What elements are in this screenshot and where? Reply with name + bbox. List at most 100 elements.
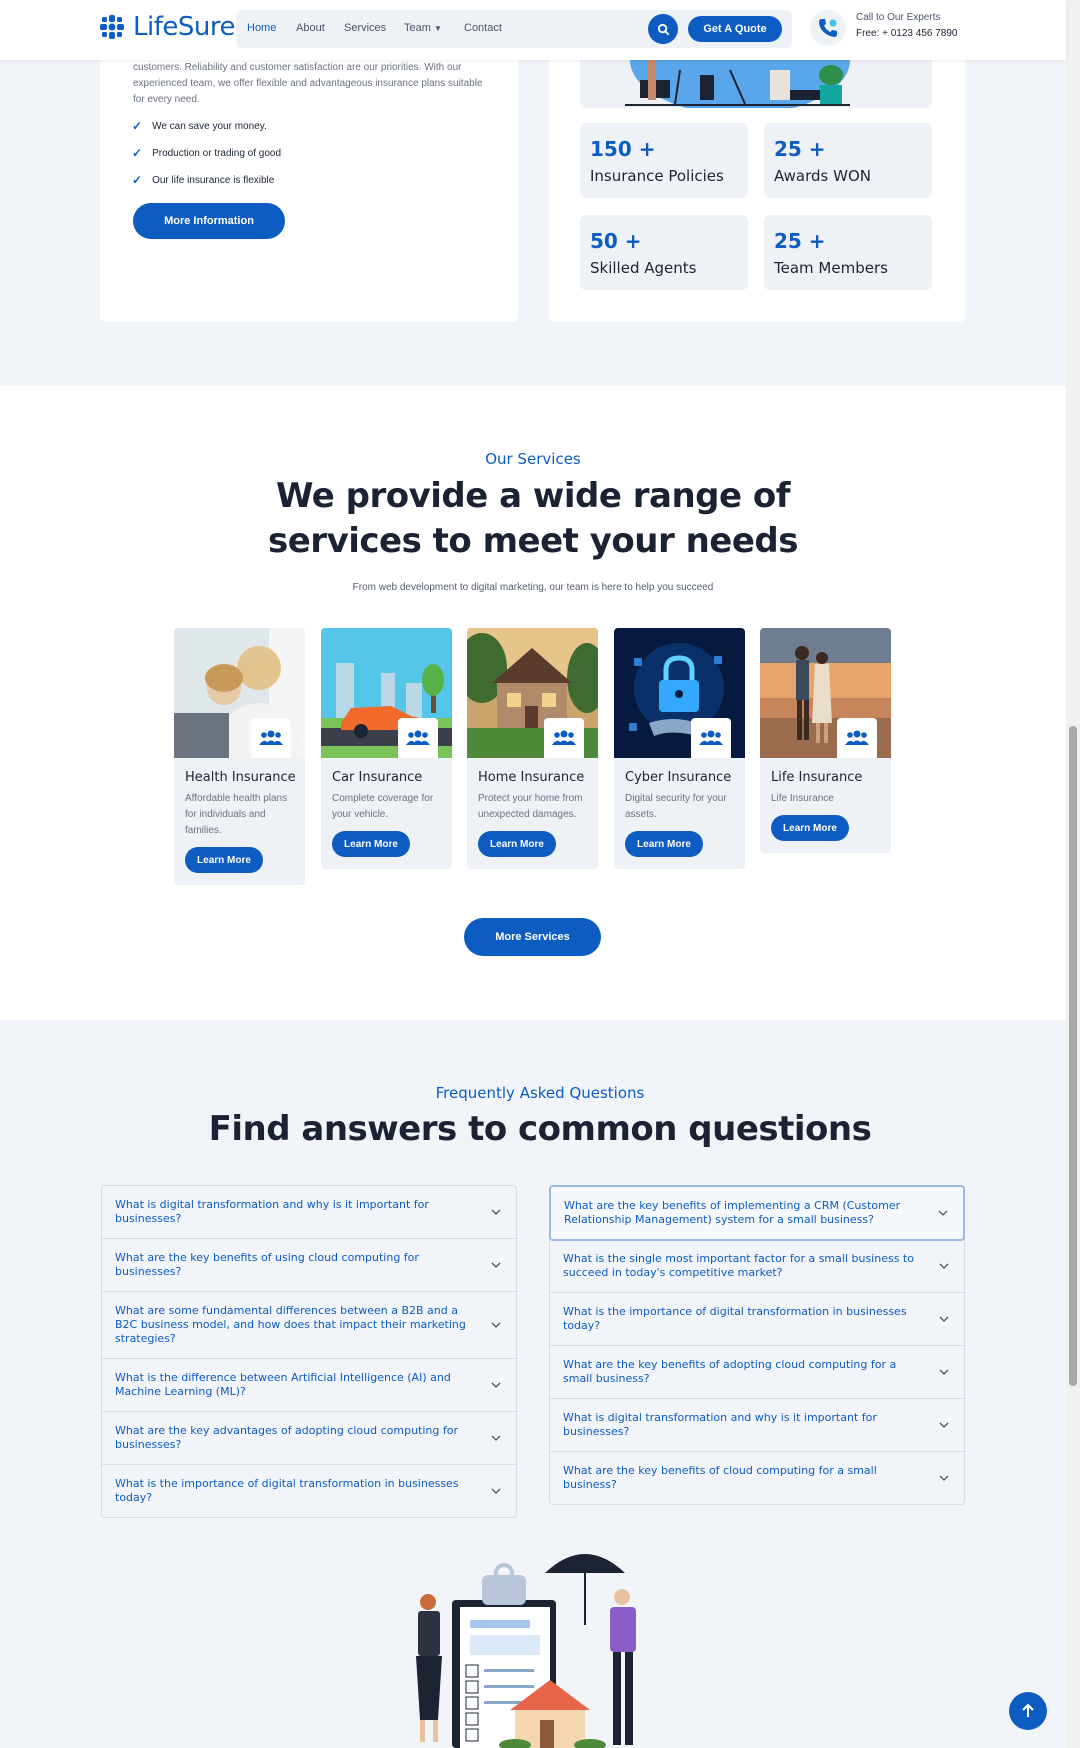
about-card: customers. Reliability and customer sati… xyxy=(100,30,518,322)
faq-question[interactable]: What are the key advantages of adopting … xyxy=(102,1412,516,1465)
faq-question[interactable]: What is the importance of digital transf… xyxy=(102,1465,516,1517)
faq-question-text: What are some fundamental differences be… xyxy=(115,1304,466,1345)
nav-contact[interactable]: Contact xyxy=(464,22,502,34)
stat-label: Insurance Policies xyxy=(590,167,724,185)
service-title: Car Insurance xyxy=(332,770,423,785)
get-quote-button[interactable]: Get A Quote xyxy=(688,16,782,42)
service-description: Digital security for your assets. xyxy=(625,793,727,820)
faq-question[interactable]: What is the difference between Artificia… xyxy=(102,1359,516,1412)
service-description: Life Insurance xyxy=(771,793,834,804)
chevron-down-icon xyxy=(491,1382,501,1388)
check-item: ✓ Our life insurance is flexible xyxy=(132,173,274,187)
services-section: Our Services We provide a wide range of … xyxy=(0,386,1066,1020)
check-icon: ✓ xyxy=(132,146,143,160)
faq-question[interactable]: What are the key benefits of adopting cl… xyxy=(550,1346,964,1399)
service-description: Affordable health plans for individuals … xyxy=(185,793,288,836)
faq-question-text: What is digital transformation and why i… xyxy=(563,1411,877,1438)
learn-more-button[interactable]: Learn More xyxy=(185,847,263,873)
stat-box: 25 + Awards WON xyxy=(764,123,932,198)
page-scrollbar[interactable] xyxy=(1066,0,1080,1748)
site-header: LifeSure Home About Services Team ▼ Cont… xyxy=(0,0,1066,60)
faq-question[interactable]: What are the key benefits of using cloud… xyxy=(102,1239,516,1292)
chevron-down-icon xyxy=(939,1369,949,1375)
scroll-to-top-button[interactable] xyxy=(1009,1692,1047,1730)
service-description: Complete coverage for your vehicle. xyxy=(332,793,434,820)
home-insurance-image xyxy=(467,628,598,758)
check-icon: ✓ xyxy=(132,173,143,187)
nav-home[interactable]: Home xyxy=(247,22,276,34)
stat-box: 25 + Team Members xyxy=(764,215,932,290)
more-services-button[interactable]: More Services xyxy=(464,918,601,956)
check-label: Our life insurance is flexible xyxy=(152,174,275,186)
cyber-insurance-image xyxy=(614,628,745,758)
check-label: Production or trading of good xyxy=(152,147,282,159)
check-label: We can save your money. xyxy=(152,120,267,132)
learn-more-button[interactable]: Learn More xyxy=(771,815,849,841)
car-insurance-image xyxy=(321,628,452,758)
stat-number: 25 + xyxy=(774,137,826,161)
services-headline-line-1: We provide a wide range of xyxy=(275,476,791,516)
users-icon xyxy=(837,718,877,758)
chevron-down-icon xyxy=(938,1210,948,1216)
chevron-down-icon xyxy=(491,1435,501,1441)
search-button[interactable] xyxy=(648,14,678,44)
faq-eyebrow: Frequently Asked Questions xyxy=(435,1084,645,1102)
users-icon xyxy=(691,718,731,758)
nav-about[interactable]: About xyxy=(296,22,325,34)
chevron-down-icon xyxy=(491,1322,501,1328)
service-card-cyber: Cyber Insurance Digital security for you… xyxy=(614,628,745,869)
stat-number: 25 + xyxy=(774,229,826,253)
stat-label: Skilled Agents xyxy=(590,259,697,277)
faq-question[interactable]: What are the key benefits of implementin… xyxy=(549,1185,965,1241)
service-title: Health Insurance xyxy=(185,770,296,785)
faq-question-text: What are the key benefits of adopting cl… xyxy=(563,1358,897,1385)
stat-label: Awards WON xyxy=(774,167,871,185)
nav-services[interactable]: Services xyxy=(344,22,386,34)
services-eyebrow: Our Services xyxy=(485,450,581,468)
faq-question-text: What is the importance of digital transf… xyxy=(563,1305,907,1332)
nav-team[interactable]: Team ▼ xyxy=(404,22,442,34)
learn-more-button[interactable]: Learn More xyxy=(625,831,703,857)
faq-question[interactable]: What is the single most important factor… xyxy=(550,1240,964,1293)
check-item: ✓ Production or trading of good xyxy=(132,146,281,160)
faq-question[interactable]: What are some fundamental differences be… xyxy=(102,1292,516,1359)
users-icon xyxy=(251,718,291,758)
brand-logo[interactable]: LifeSure xyxy=(99,12,235,42)
stats-card: 150 + Insurance Policies 25 + Awards WON… xyxy=(549,30,965,322)
learn-more-button[interactable]: Learn More xyxy=(478,831,556,857)
call-number[interactable]: Free: + 0123 456 7890 xyxy=(856,28,957,39)
scrollbar-thumb[interactable] xyxy=(1069,726,1077,1386)
stat-box: 50 + Skilled Agents xyxy=(580,215,748,290)
check-item: ✓ We can save your money. xyxy=(132,119,267,133)
faq-question-text: What is the importance of digital transf… xyxy=(115,1477,459,1504)
stat-number: 50 + xyxy=(590,229,642,253)
faq-headline: Find answers to common questions xyxy=(208,1109,872,1149)
service-title: Home Insurance xyxy=(478,770,585,785)
faq-question[interactable]: What is digital transformation and why i… xyxy=(102,1186,516,1239)
faq-question-text: What are the key benefits of using cloud… xyxy=(115,1251,419,1278)
phone-icon xyxy=(810,10,846,46)
service-title: Life Insurance xyxy=(771,770,863,785)
health-insurance-image xyxy=(174,628,305,758)
learn-more-button[interactable]: Learn More xyxy=(332,831,410,857)
arrow-up-icon xyxy=(1022,1704,1034,1717)
faq-question-text: What is the difference between Artificia… xyxy=(115,1371,451,1398)
chevron-down-icon xyxy=(939,1316,949,1322)
chevron-down-icon: ▼ xyxy=(433,24,442,33)
faq-question[interactable]: What is the importance of digital transf… xyxy=(550,1293,964,1346)
service-card-home: Home Insurance Protect your home from un… xyxy=(467,628,598,869)
faq-question-text: What are the key benefits of implementin… xyxy=(564,1199,901,1226)
call-label: Call to Our Experts xyxy=(856,12,941,23)
insurance-illustration xyxy=(416,1554,636,1748)
service-card-car: Car Insurance Complete coverage for your… xyxy=(321,628,452,869)
chevron-down-icon xyxy=(939,1422,949,1428)
life-insurance-image xyxy=(760,628,891,758)
faq-question[interactable]: What is digital transformation and why i… xyxy=(550,1399,964,1452)
chevron-down-icon xyxy=(939,1475,949,1481)
faq-question[interactable]: What are the key benefits of cloud compu… xyxy=(550,1452,964,1504)
more-information-button[interactable]: More Information xyxy=(133,203,285,239)
faq-question-text: What are the key benefits of cloud compu… xyxy=(563,1464,877,1491)
services-headline-line-2: services to meet your needs xyxy=(268,521,799,561)
users-icon xyxy=(398,718,438,758)
logo-icon xyxy=(100,15,124,39)
